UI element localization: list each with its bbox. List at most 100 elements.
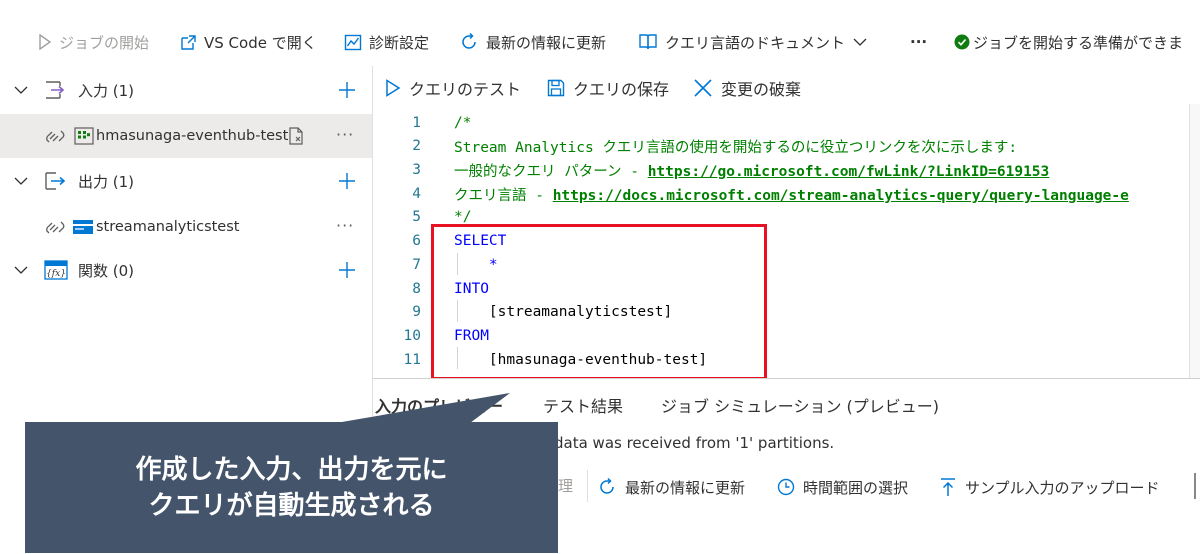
code-text: クエリ言語 - https://docs.microsoft.com/strea… bbox=[454, 184, 1129, 205]
save-query-button[interactable]: クエリの保存 bbox=[547, 76, 669, 100]
time-range-label: 時間範囲の選択 bbox=[803, 478, 909, 497]
save-query-label: クエリの保存 bbox=[573, 80, 670, 99]
callout-box: 作成した入力、出力を元に クエリが自動生成される bbox=[25, 422, 558, 553]
input-icon bbox=[46, 81, 65, 99]
query-docs-dropdown[interactable]: クエリ言語のドキュメント bbox=[638, 30, 874, 54]
editor-scrollbar[interactable] bbox=[1189, 104, 1200, 378]
start-job-label: ジョブの開始 bbox=[59, 33, 150, 52]
code-line: 3 一般的なクエリ パターン - https://go.microsoft.co… bbox=[373, 158, 1200, 182]
code-line: 4 クエリ言語 - https://docs.microsoft.com/str… bbox=[373, 182, 1200, 206]
comment-text: クエリ言語 - bbox=[454, 187, 553, 204]
callout-line-2: クエリが自動生成される bbox=[148, 491, 435, 521]
partial-toolbar-label: 理 bbox=[558, 477, 574, 495]
upload-sample-label: サンプル入力のアップロード bbox=[965, 478, 1160, 497]
top-toolbar: ジョブの開始 VS Code で開く 診断設定 最新の情報に更新 クエリ言語のド… bbox=[0, 0, 1200, 66]
partition-info: data was received from '1' partitions. bbox=[554, 434, 835, 452]
start-job-button[interactable]: ジョブの開始 bbox=[38, 30, 149, 54]
diagnostics-button[interactable]: 診断設定 bbox=[344, 30, 429, 54]
test-query-label: クエリのテスト bbox=[409, 80, 522, 99]
code-text: 一般的なクエリ パターン - https://go.microsoft.com/… bbox=[454, 160, 1049, 181]
document-icon bbox=[289, 127, 303, 145]
tree-item-output-label: streamanalyticstest bbox=[96, 219, 240, 235]
event-hub-icon bbox=[74, 127, 94, 145]
open-vscode-button[interactable]: VS Code で開く bbox=[180, 30, 317, 54]
more-icon: ··· bbox=[910, 33, 928, 51]
tab-test-results[interactable]: テスト結果 bbox=[543, 393, 623, 417]
query-toolbar: クエリのテスト クエリの保存 変更の破棄 bbox=[373, 66, 1200, 110]
upload-icon bbox=[941, 478, 955, 496]
tree-group-inputs-label: 入力 (1) bbox=[78, 81, 135, 100]
job-status-text: ジョブを開始する準備ができま bbox=[973, 33, 1184, 52]
input-item-more-button[interactable]: ··· bbox=[336, 125, 354, 144]
more-button[interactable]: ··· bbox=[910, 30, 927, 54]
code-line: 1 /* bbox=[373, 111, 1200, 135]
open-vscode-label: VS Code で開く bbox=[204, 33, 317, 52]
toolbar-divider bbox=[1194, 473, 1196, 499]
callout-line-1: 作成した入力、出力を元に bbox=[135, 455, 448, 485]
refresh-icon bbox=[462, 32, 476, 49]
refresh-button[interactable]: 最新の情報に更新 bbox=[459, 30, 606, 54]
clock-icon bbox=[777, 478, 795, 496]
test-query-button[interactable]: クエリのテスト bbox=[385, 76, 521, 100]
chart-icon bbox=[344, 34, 362, 50]
tree-group-outputs[interactable]: 出力 (1) bbox=[0, 159, 372, 203]
external-link-icon bbox=[181, 34, 196, 50]
tree-group-inputs[interactable]: 入力 (1) bbox=[0, 68, 372, 112]
preview-refresh-label: 最新の情報に更新 bbox=[625, 478, 746, 497]
language-docs-link[interactable]: https://docs.microsoft.com/stream-analyt… bbox=[553, 188, 1129, 204]
time-range-button[interactable]: 時間範囲の選択 bbox=[777, 475, 908, 499]
play-icon bbox=[39, 34, 52, 50]
chevron-down-icon bbox=[853, 38, 867, 46]
close-icon bbox=[694, 79, 712, 97]
save-icon bbox=[547, 79, 565, 97]
add-input-icon[interactable] bbox=[336, 79, 358, 101]
output-icon bbox=[45, 172, 66, 190]
function-icon: {fx} bbox=[44, 260, 68, 280]
highlight-box bbox=[431, 224, 767, 380]
tab-input-preview[interactable]: 入力のプレビュー bbox=[375, 393, 503, 417]
tree-group-outputs-label: 出力 (1) bbox=[78, 172, 135, 191]
tab-job-simulation[interactable]: ジョブ シミュレーション (プレビュー) bbox=[661, 393, 939, 417]
tree-item-output[interactable]: streamanalyticstest ··· bbox=[0, 205, 372, 249]
link-icon bbox=[46, 130, 65, 143]
diagnostics-label: 診断設定 bbox=[369, 33, 430, 52]
comment-text: 一般的なクエリ パターン - bbox=[454, 163, 648, 180]
play-icon bbox=[386, 79, 401, 97]
preview-refresh-button[interactable]: 最新の情報に更新 bbox=[597, 475, 745, 499]
svg-text:{fx}: {fx} bbox=[46, 269, 66, 279]
pattern-docs-link[interactable]: https://go.microsoft.com/fwLink/?LinkID=… bbox=[648, 164, 1050, 180]
link-icon bbox=[46, 221, 65, 234]
refresh-icon bbox=[600, 477, 614, 494]
line-number: 2 bbox=[412, 138, 421, 154]
line-number: 7 bbox=[412, 257, 421, 273]
query-docs-label: クエリ言語のドキュメント bbox=[665, 33, 846, 52]
line-number: 5 bbox=[412, 209, 421, 225]
line-number: 6 bbox=[412, 233, 421, 249]
tree-group-functions-label: 関数 (0) bbox=[78, 261, 135, 280]
output-item-more-button[interactable]: ··· bbox=[336, 216, 354, 235]
chevron-down-icon bbox=[14, 86, 28, 94]
code-line: 2 Stream Analytics クエリ言語の使用を開始するのに役立つリンク… bbox=[373, 134, 1200, 158]
add-output-icon[interactable] bbox=[336, 170, 358, 192]
book-icon bbox=[639, 34, 657, 50]
chevron-down-icon bbox=[14, 177, 28, 185]
toolbar-divider bbox=[587, 470, 588, 502]
storage-icon bbox=[73, 220, 93, 234]
line-number: 3 bbox=[412, 162, 421, 178]
check-circle-icon bbox=[954, 34, 970, 50]
line-number: 1 bbox=[412, 115, 421, 131]
line-number: 9 bbox=[412, 304, 421, 320]
discard-changes-label: 変更の破棄 bbox=[721, 80, 802, 99]
tree-group-functions[interactable]: {fx} 関数 (0) bbox=[0, 248, 372, 292]
discard-changes-button[interactable]: 変更の破棄 bbox=[693, 76, 801, 100]
tree-item-input[interactable]: hmasunaga-eventhub-test ··· bbox=[0, 114, 372, 158]
job-status: ジョブを開始する準備ができま bbox=[954, 30, 1183, 54]
add-function-icon[interactable] bbox=[336, 259, 358, 281]
tree-item-input-label: hmasunaga-eventhub-test bbox=[96, 128, 289, 144]
refresh-label: 最新の情報に更新 bbox=[486, 33, 607, 52]
chevron-down-icon bbox=[14, 266, 28, 274]
upload-sample-button[interactable]: サンプル入力のアップロード bbox=[939, 475, 1160, 499]
line-number: 4 bbox=[412, 186, 421, 202]
line-number: 11 bbox=[403, 352, 421, 368]
line-number: 8 bbox=[412, 281, 421, 297]
